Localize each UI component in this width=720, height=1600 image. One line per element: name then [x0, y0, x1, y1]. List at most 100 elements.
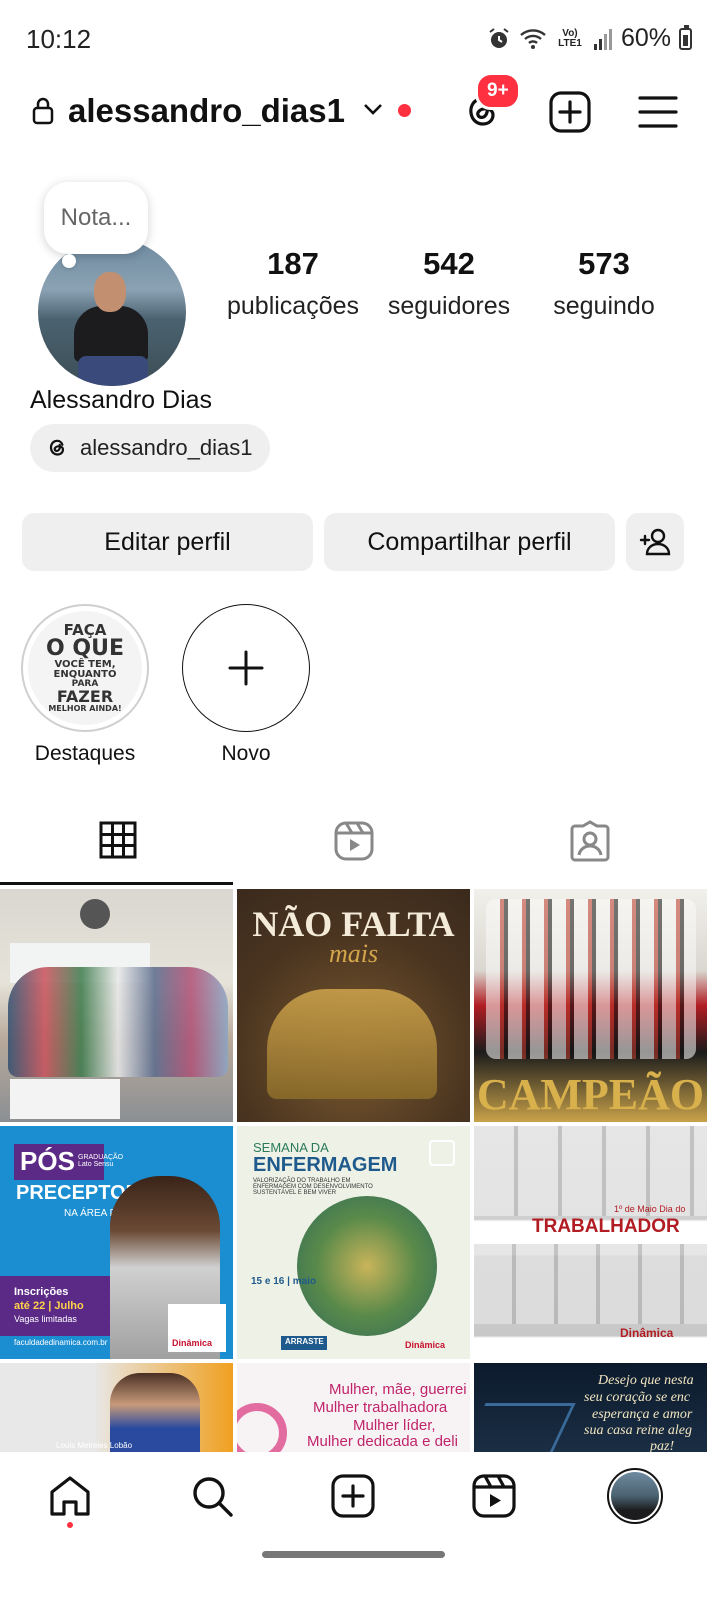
highlight-cover-art: FAÇA O QUE VOCÊ TEM, ENQUANTO PARA FAZER… [28, 611, 142, 725]
signal-icon [593, 28, 612, 50]
create-post-icon[interactable] [546, 88, 594, 136]
hl-art-line: MELHOR AINDA! [48, 704, 122, 713]
desk [10, 1079, 120, 1119]
post-2[interactable]: NÃO FALTA mais [237, 889, 470, 1122]
post-9-line2: seu coração se enc [584, 1390, 691, 1405]
post-7-caption: Louis Meireles Lobão [56, 1441, 133, 1450]
status-icons: Vo) LTE1 60% [487, 24, 692, 53]
profile-avatar[interactable] [38, 238, 186, 386]
stat-followers-label: seguidores [387, 292, 511, 320]
post-4-info1: Inscrições [14, 1286, 69, 1298]
status-bar: 10:12 Vo) LTE1 60% [0, 0, 720, 80]
tab-reels[interactable] [236, 810, 472, 886]
header-username[interactable]: alessandro_dias1 [68, 92, 345, 130]
new-highlight-button[interactable] [182, 604, 310, 732]
share-profile-button[interactable]: Compartilhar perfil [324, 513, 615, 571]
post-4-info2: até 22 | Julho [14, 1300, 84, 1312]
post-8[interactable]: Mulher, mãe, guerrei Mulher trabalhadora… [237, 1363, 470, 1452]
post-4[interactable]: PÓS GRADUAÇÃO Lato Sensu PRECEPTORIA NA … [0, 1126, 233, 1359]
chevron-down-icon[interactable] [362, 98, 384, 120]
stat-posts-label: publicações [226, 292, 360, 320]
discover-people-button[interactable] [626, 513, 684, 571]
post-1[interactable] [0, 889, 233, 1122]
post-6[interactable]: 1º de Maio Dia do TRABALHADOR Dinâmica [474, 1126, 707, 1359]
post-5-title: ENFERMAGEM [253, 1154, 398, 1176]
post-9-line1: Desejo que nesta [598, 1373, 694, 1388]
team-photo [486, 899, 696, 1059]
home-icon[interactable] [46, 1472, 94, 1520]
wifi-icon [520, 28, 546, 49]
avatar-face [94, 272, 126, 312]
post-9-illustration [474, 1403, 576, 1452]
home-active-dot [67, 1522, 73, 1528]
post-5-brand: Dinâmica [405, 1340, 446, 1350]
post-5[interactable]: SEMANA DA ENFERMAGEM VALORIZAÇÃO DO TRAB… [237, 1126, 470, 1359]
plus-icon [228, 650, 264, 686]
pink-ribbon [237, 1403, 287, 1452]
highlight-label-destaques: Destaques [34, 742, 136, 765]
post-5-title-small: SEMANA DA [253, 1140, 329, 1155]
post-2-subtitle: mais [328, 939, 379, 968]
group-people [8, 967, 228, 1077]
stat-following[interactable]: 573 seguindo [529, 246, 679, 321]
post-4-tag: PÓS [20, 1146, 75, 1176]
battery-percent: 60% [620, 24, 671, 52]
tab-grid[interactable] [0, 810, 236, 886]
add-person-icon [639, 528, 671, 556]
battery-icon [679, 24, 692, 50]
threads-handle: alessandro_dias1 [80, 435, 253, 460]
note-bubble[interactable]: Nota... [44, 182, 148, 254]
profile-nav-avatar[interactable] [607, 1468, 663, 1524]
post-9-line4: sua casa reine aleg [584, 1423, 692, 1438]
threads-small-icon [49, 439, 65, 456]
home-indicator[interactable] [262, 1551, 445, 1558]
create-icon[interactable] [329, 1472, 377, 1520]
reels-icon [334, 821, 374, 861]
stat-posts-value: 187 [267, 246, 319, 281]
network-type: Vo) LTE1 [558, 27, 582, 49]
post-5-subtitle: VALORIZAÇÃO DO TRABALHO EM ENFERMAGEM CO… [253, 1178, 373, 1196]
threads-profile-link[interactable]: alessandro_dias1 [30, 424, 271, 472]
post-9-line5: paz! [650, 1439, 675, 1452]
post-6-title: TRABALHADOR [532, 1216, 680, 1237]
post-8-line3: Mulher líder, [353, 1417, 436, 1434]
avatar-figure [74, 306, 148, 362]
tab-tagged[interactable] [472, 810, 708, 886]
post-4-brand: Dinâmica [172, 1338, 213, 1348]
account-notification-dot [398, 104, 411, 117]
grid-icon [99, 821, 137, 859]
post-4-site: faculdadedinamica.com.br [14, 1338, 108, 1347]
reels-nav-icon[interactable] [470, 1472, 518, 1520]
post-8-line2: Mulher trabalhadora [313, 1399, 448, 1416]
post-4-info3: Vagas limitadas [14, 1314, 77, 1324]
menu-icon[interactable] [636, 90, 680, 134]
bottom-navigation [0, 1452, 720, 1542]
lock-icon [32, 97, 54, 125]
search-icon[interactable] [188, 1472, 236, 1520]
profile-header: alessandro_dias1 9+ [0, 72, 720, 144]
edit-profile-button[interactable]: Editar perfil [22, 513, 313, 571]
note-tail [62, 254, 76, 268]
post-4-tag-small: GRADUAÇÃO Lato Sensu [78, 1154, 124, 1168]
post-7[interactable]: Louis Meireles Lobão [0, 1363, 233, 1452]
post-6-photos-bottom [474, 1244, 707, 1324]
stat-followers[interactable]: 542 seguidores [374, 246, 524, 321]
post-6-title-small: 1º de Maio Dia do [614, 1204, 686, 1214]
post-9[interactable]: Desejo que nesta seu coração se enc espe… [474, 1363, 707, 1452]
post-3-title: CAMPEÃO [476, 1070, 705, 1119]
post-3[interactable]: CAMPEÃO [474, 889, 707, 1122]
profile-nav-avatar-image [611, 1472, 659, 1520]
avatar-legs [78, 356, 148, 386]
trophies [267, 989, 437, 1099]
stat-posts[interactable]: 187 publicações [218, 246, 368, 321]
stat-followers-value: 542 [423, 246, 475, 281]
stat-following-label: seguindo [553, 292, 655, 320]
post-6-photos-top [474, 1126, 707, 1216]
highlight-destaques[interactable]: FAÇA O QUE VOCÊ TEM, ENQUANTO PARA FAZER… [21, 604, 149, 732]
threads-badge: 9+ [475, 72, 521, 110]
post-5-date: 15 e 16 | maio [251, 1276, 317, 1287]
edit-profile-label: Editar perfil [104, 527, 231, 556]
active-tab-indicator [0, 882, 233, 885]
post-5-cta: ARRASTE [285, 1337, 324, 1346]
post-5-earth-art [297, 1196, 437, 1336]
